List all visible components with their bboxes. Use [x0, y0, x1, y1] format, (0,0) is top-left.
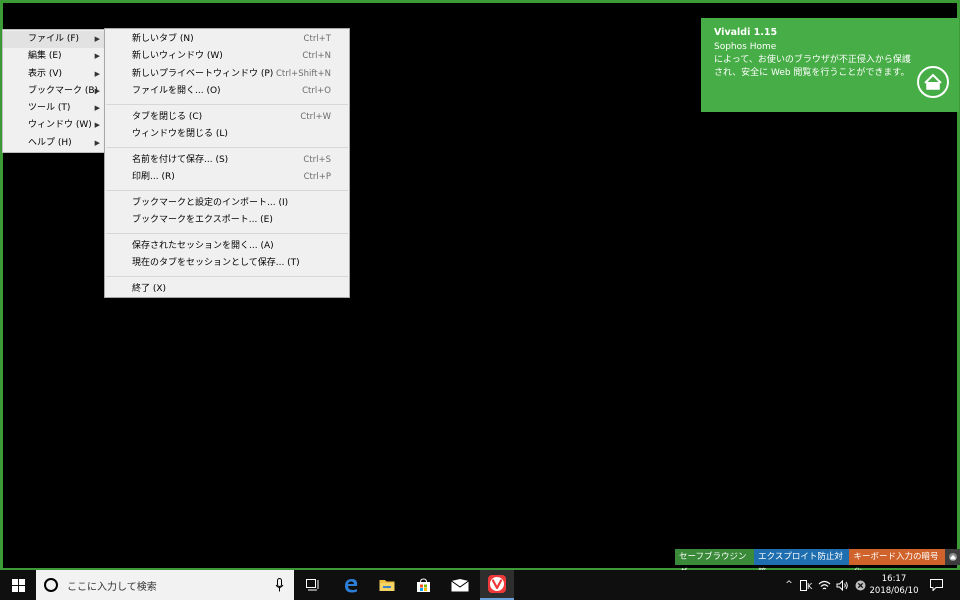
search-placeholder: ここに入力して検索: [67, 581, 157, 593]
notification-message: によって、お使いのブラウザが不正侵入から保護され、安全に Web 閲覧を行うこと…: [714, 55, 911, 78]
menu-item-label: 保存されたセッションを開く... (A): [132, 240, 274, 251]
menu-item-label: ブックマークと設定のインポート... (I): [132, 197, 289, 208]
start-button[interactable]: [0, 570, 36, 600]
status-safe-browsing[interactable]: セーフブラウジング: [675, 549, 755, 578]
menu-item-new-tab[interactable]: 新しいタブ (N) Ctrl+T: [105, 31, 349, 48]
taskbar-clock[interactable]: 16:17 2018/06/10: [868, 573, 920, 597]
file-submenu: 新しいタブ (N) Ctrl+T 新しいウィンドウ (W) Ctrl+N 新しいプラ…: [104, 28, 350, 298]
menu-edit-label: 編集 (E): [28, 51, 62, 62]
status-keystroke-encryption[interactable]: キーボード入力の暗号化: [849, 549, 946, 578]
menu-bookmarks[interactable]: ブックマーク (B) ▶: [3, 83, 104, 100]
menu-separator: [106, 147, 348, 149]
menu-item-shortcut: Ctrl+P: [303, 172, 331, 183]
menu-item-label: 名前を付けて保存... (S): [132, 154, 229, 165]
chevron-right-icon: ▶: [94, 86, 100, 95]
wifi-icon[interactable]: [816, 570, 832, 600]
menu-item-open-session[interactable]: 保存されたセッションを開く... (A): [105, 238, 349, 255]
ime-icon[interactable]: K: [798, 570, 814, 600]
menu-item-new-private-window[interactable]: 新しいプライベートウィンドウ (P) Ctrl+Shift+N: [105, 66, 349, 83]
menu-bookmarks-label: ブックマーク (B): [28, 85, 99, 96]
menu-item-label: ファイルを開く... (O): [132, 86, 221, 97]
menu-item-label: 新しいウィンドウ (W): [132, 51, 223, 62]
chevron-up-icon[interactable]: ^: [783, 570, 795, 600]
sophos-notification[interactable]: Vivaldi 1.15 Sophos Home によって、お使いのブラウザが不…: [701, 18, 959, 112]
speaker-icon[interactable]: [834, 570, 850, 600]
menu-item-exit[interactable]: 終了 (X): [105, 281, 349, 298]
store-icon[interactable]: [406, 570, 440, 600]
menu-item-print[interactable]: 印刷... (R) Ctrl+P: [105, 169, 349, 186]
cortana-icon: [44, 578, 58, 592]
chevron-right-icon: ▶: [94, 121, 100, 130]
menu-item-shortcut: Ctrl+S: [303, 154, 331, 165]
windows-logo-icon: [11, 578, 25, 592]
sophos-status-bar: セーフブラウジング エクスプロイト防止対策 キーボード入力の暗号化: [675, 549, 960, 578]
menu-item-save-session[interactable]: 現在のタブをセッションとして保存... (T): [105, 255, 349, 272]
menu-item-label: 新しいプライベートウィンドウ (P): [132, 68, 274, 79]
chevron-right-icon: ▶: [94, 104, 100, 113]
menu-help-label: ヘルプ (H): [28, 137, 72, 148]
menu-separator: [106, 276, 348, 278]
chevron-right-icon: ▶: [94, 138, 100, 147]
menu-view[interactable]: 表示 (V) ▶: [3, 66, 104, 83]
microphone-icon[interactable]: [275, 578, 284, 592]
taskbar-search[interactable]: ここに入力して検索: [36, 570, 294, 600]
menu-item-label: タブを閉じる (C): [132, 111, 203, 122]
menu-edit[interactable]: 編集 (E) ▶: [3, 48, 104, 65]
menu-item-new-window[interactable]: 新しいウィンドウ (W) Ctrl+N: [105, 48, 349, 65]
menu-item-close-window[interactable]: ウィンドウを閉じる (L): [105, 126, 349, 143]
home-icon: [917, 66, 949, 98]
menu-item-import[interactable]: ブックマークと設定のインポート... (I): [105, 195, 349, 212]
menu-window[interactable]: ウィンドウ (W) ▶: [3, 117, 104, 134]
menu-item-label: 印刷... (R): [132, 172, 175, 183]
menu-separator: [106, 190, 348, 192]
menu-view-label: 表示 (V): [28, 68, 63, 79]
menu-item-shortcut: Ctrl+O: [302, 86, 331, 97]
menu-help[interactable]: ヘルプ (H) ▶: [3, 135, 104, 152]
menu-item-shortcut: Ctrl+N: [302, 51, 331, 62]
menu-item-label: ウィンドウを閉じる (L): [132, 129, 228, 140]
menu-item-label: ブックマークをエクスポート... (E): [132, 215, 273, 226]
svg-text:K: K: [807, 582, 813, 591]
clock-time: 16:17: [881, 574, 907, 584]
shield-icon[interactable]: [945, 549, 960, 565]
menu-item-close-tab[interactable]: タブを閉じる (C) Ctrl+W: [105, 109, 349, 126]
taskbar: ここに入力して検索 ^ K 16:17 2018/06/10: [0, 570, 960, 600]
menu-window-label: ウィンドウ (W): [28, 120, 92, 131]
notification-subtitle: Sophos Home: [714, 42, 777, 52]
menu-item-shortcut: Ctrl+T: [303, 34, 331, 44]
menu-separator: [106, 233, 348, 235]
menu-file[interactable]: ファイル (F) ▶: [3, 31, 104, 49]
chevron-right-icon: ▶: [94, 35, 100, 43]
menu-item-label: 終了 (X): [132, 283, 167, 294]
menu-tools[interactable]: ツール (T) ▶: [3, 100, 104, 117]
menu-separator: [106, 104, 348, 106]
menu-item-shortcut: Ctrl+W: [300, 111, 331, 122]
notifications-icon[interactable]: [926, 570, 946, 600]
edge-icon[interactable]: [334, 570, 368, 600]
menu-item-label: 現在のタブをセッションとして保存... (T): [132, 258, 300, 269]
menu-item-export-bookmarks[interactable]: ブックマークをエクスポート... (E): [105, 212, 349, 229]
task-view-icon[interactable]: [296, 570, 330, 600]
menu-tools-label: ツール (T): [28, 103, 71, 114]
chevron-right-icon: ▶: [94, 52, 100, 61]
clock-date: 2018/06/10: [869, 586, 919, 596]
notification-title: Vivaldi 1.15: [714, 27, 778, 38]
file-explorer-icon[interactable]: [370, 570, 404, 600]
menu-item-shortcut: Ctrl+Shift+N: [275, 68, 331, 79]
main-menu: ファイル (F) ▶ 編集 (E) ▶ 表示 (V) ▶ ブックマーク (B) ▶ ツー…: [2, 29, 105, 153]
chevron-right-icon: ▶: [94, 69, 100, 78]
menu-file-label: ファイル (F): [28, 34, 80, 44]
menu-item-save-as[interactable]: 名前を付けて保存... (S) Ctrl+S: [105, 152, 349, 169]
vivaldi-icon[interactable]: [480, 570, 514, 600]
mail-icon[interactable]: [443, 570, 477, 600]
sophos-tray-icon[interactable]: [852, 570, 868, 600]
menu-item-open-file[interactable]: ファイルを開く... (O) Ctrl+O: [105, 83, 349, 100]
menu-item-label: 新しいタブ (N): [132, 34, 194, 44]
status-exploit-protection[interactable]: エクスプロイト防止対策: [754, 549, 850, 578]
